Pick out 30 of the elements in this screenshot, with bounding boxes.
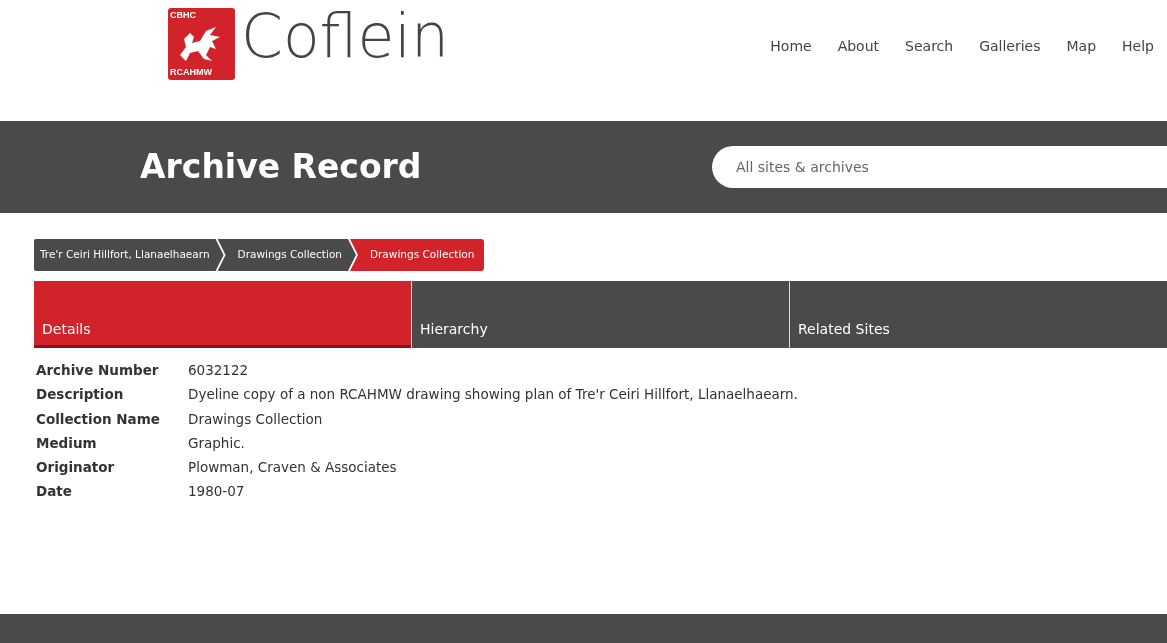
field-label: Originator xyxy=(36,458,116,477)
field-label: Archive Number xyxy=(36,360,188,385)
field-value: Graphic. xyxy=(188,433,246,453)
breadcrumb-link[interactable]: Drawings Collection xyxy=(349,239,485,271)
field-value: 1980-07 xyxy=(188,482,246,502)
field-label: Description xyxy=(36,385,125,405)
tab[interactable]: Hierarchy xyxy=(411,281,789,348)
field-label: Collection Name xyxy=(36,409,161,429)
search-field[interactable]: All sites & archives xyxy=(712,146,1167,188)
field-label: Date xyxy=(36,482,73,502)
tab[interactable]: Related Sites xyxy=(789,281,1167,348)
breadcrumb-link[interactable]: Tre'r Ceiri Hillfort, Llanaelhaearn xyxy=(34,239,224,271)
breadcrumb-link[interactable]: Drawings Collection xyxy=(217,239,356,271)
nav-link-item[interactable]: Map xyxy=(1053,36,1110,121)
field-value: Plowman, Craven & Associates xyxy=(188,458,398,477)
field-value: Drawings Collection xyxy=(188,409,324,429)
field-value: 6032122 xyxy=(188,361,250,380)
logo-badge-text: RCAHMW xyxy=(170,68,213,77)
field-label: Medium xyxy=(36,432,188,457)
nav-link-item[interactable]: About xyxy=(824,36,893,121)
logo-badge-text: CBHC xyxy=(170,11,197,20)
nav-link-item[interactable]: Galleries xyxy=(966,36,1054,121)
site-wordmark[interactable]: Coflein xyxy=(241,6,449,121)
field-value: Dyeline copy of a non RCAHMW drawing showing plan of Tre'r Ceiri Hillfort, Llanaelhaearn. xyxy=(188,385,799,405)
nav-link-item[interactable]: Search xyxy=(892,36,967,121)
logo-badge[interactable]: CBHC RCAHMW xyxy=(168,8,235,80)
nav-link-item[interactable]: Home xyxy=(757,36,825,121)
page-title: Archive Record xyxy=(140,146,423,189)
tab[interactable]: Details xyxy=(34,281,411,348)
nav-link-item[interactable]: Help xyxy=(1109,36,1167,121)
